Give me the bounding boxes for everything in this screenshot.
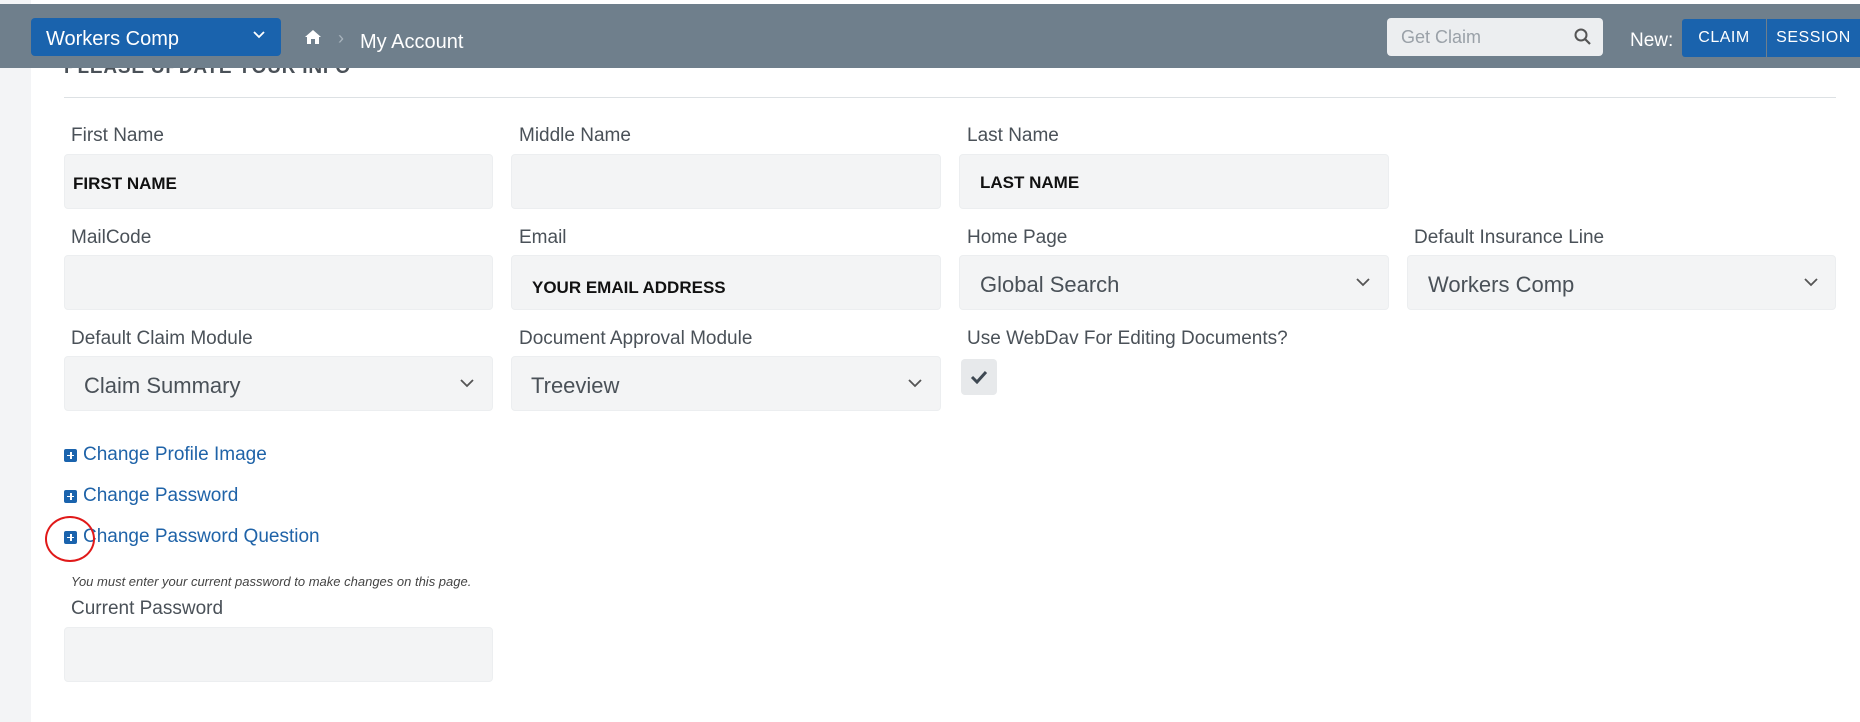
- line-of-business-select[interactable]: Workers Comp: [31, 18, 281, 56]
- document-approval-module-select[interactable]: Treeview: [511, 356, 941, 411]
- default-insurance-line-value: Workers Comp: [1428, 272, 1575, 297]
- new-label: New:: [1630, 30, 1674, 51]
- middle-name-label: Middle Name: [519, 125, 631, 146]
- expand-plus-icon: [64, 489, 77, 503]
- password-note: You must enter your current password to …: [71, 574, 472, 589]
- last-name-label: Last Name: [967, 125, 1059, 146]
- current-password-field[interactable]: [64, 627, 493, 682]
- default-insurance-line-label: Default Insurance Line: [1414, 227, 1605, 248]
- first-name-value: FIRST NAME: [73, 174, 177, 193]
- email-label: Email: [519, 227, 567, 248]
- line-of-business-value: Workers Comp: [46, 28, 179, 50]
- document-approval-module-value: Treeview: [531, 373, 620, 398]
- toggle-change-password[interactable]: Change Password: [64, 485, 238, 507]
- last-name-field[interactable]: LAST NAME: [959, 154, 1389, 209]
- search-icon[interactable]: [1574, 28, 1591, 45]
- document-approval-module-label: Document Approval Module: [519, 328, 753, 349]
- top-navigation-bar: Workers Comp › My Account New: CLAIM SES…: [0, 4, 1860, 68]
- section-divider: [64, 97, 1836, 98]
- chevron-down-icon: [1356, 278, 1370, 287]
- home-page-select[interactable]: Global Search: [959, 255, 1389, 310]
- mailcode-field[interactable]: [64, 255, 493, 310]
- first-name-label: First Name: [71, 125, 164, 146]
- change-password-question-link[interactable]: Change Password Question: [83, 526, 320, 548]
- annotation-circle: [45, 516, 95, 562]
- chevron-down-icon: [460, 379, 474, 388]
- toggle-change-password-question[interactable]: Change Password Question: [64, 526, 320, 548]
- change-password-link[interactable]: Change Password: [83, 485, 238, 507]
- default-claim-module-select[interactable]: Claim Summary: [64, 356, 493, 411]
- breadcrumb-current-page[interactable]: My Account: [360, 31, 463, 54]
- change-profile-image-link[interactable]: Change Profile Image: [83, 444, 267, 466]
- last-name-value: LAST NAME: [980, 173, 1080, 192]
- default-insurance-line-select[interactable]: Workers Comp: [1407, 255, 1836, 310]
- email-field[interactable]: YOUR EMAIL ADDRESS: [511, 255, 941, 310]
- email-value: YOUR EMAIL ADDRESS: [532, 278, 726, 297]
- home-icon[interactable]: [304, 29, 322, 45]
- mailcode-label: MailCode: [71, 227, 152, 248]
- home-page-value: Global Search: [980, 272, 1120, 297]
- chevron-down-icon: [1804, 278, 1818, 287]
- breadcrumb-separator: ›: [338, 28, 344, 48]
- new-claim-button[interactable]: CLAIM: [1682, 19, 1766, 57]
- checkmark-icon: [970, 370, 988, 384]
- current-password-label: Current Password: [71, 598, 224, 619]
- first-name-field[interactable]: FIRST NAME: [64, 154, 493, 209]
- use-webdav-label: Use WebDav For Editing Documents?: [967, 328, 1288, 349]
- middle-name-field[interactable]: [511, 154, 941, 209]
- expand-plus-icon: [64, 448, 77, 462]
- default-claim-module-label: Default Claim Module: [71, 328, 253, 349]
- get-claim-search-input[interactable]: [1387, 18, 1603, 56]
- use-webdav-checkbox[interactable]: [961, 359, 997, 395]
- toggle-change-profile-image[interactable]: Change Profile Image: [64, 444, 267, 466]
- chevron-down-icon: [253, 31, 265, 39]
- default-claim-module-value: Claim Summary: [84, 373, 241, 398]
- left-gutter: [0, 0, 31, 722]
- home-page-label: Home Page: [967, 227, 1068, 248]
- new-session-button[interactable]: SESSION: [1767, 19, 1860, 57]
- chevron-down-icon: [908, 379, 922, 388]
